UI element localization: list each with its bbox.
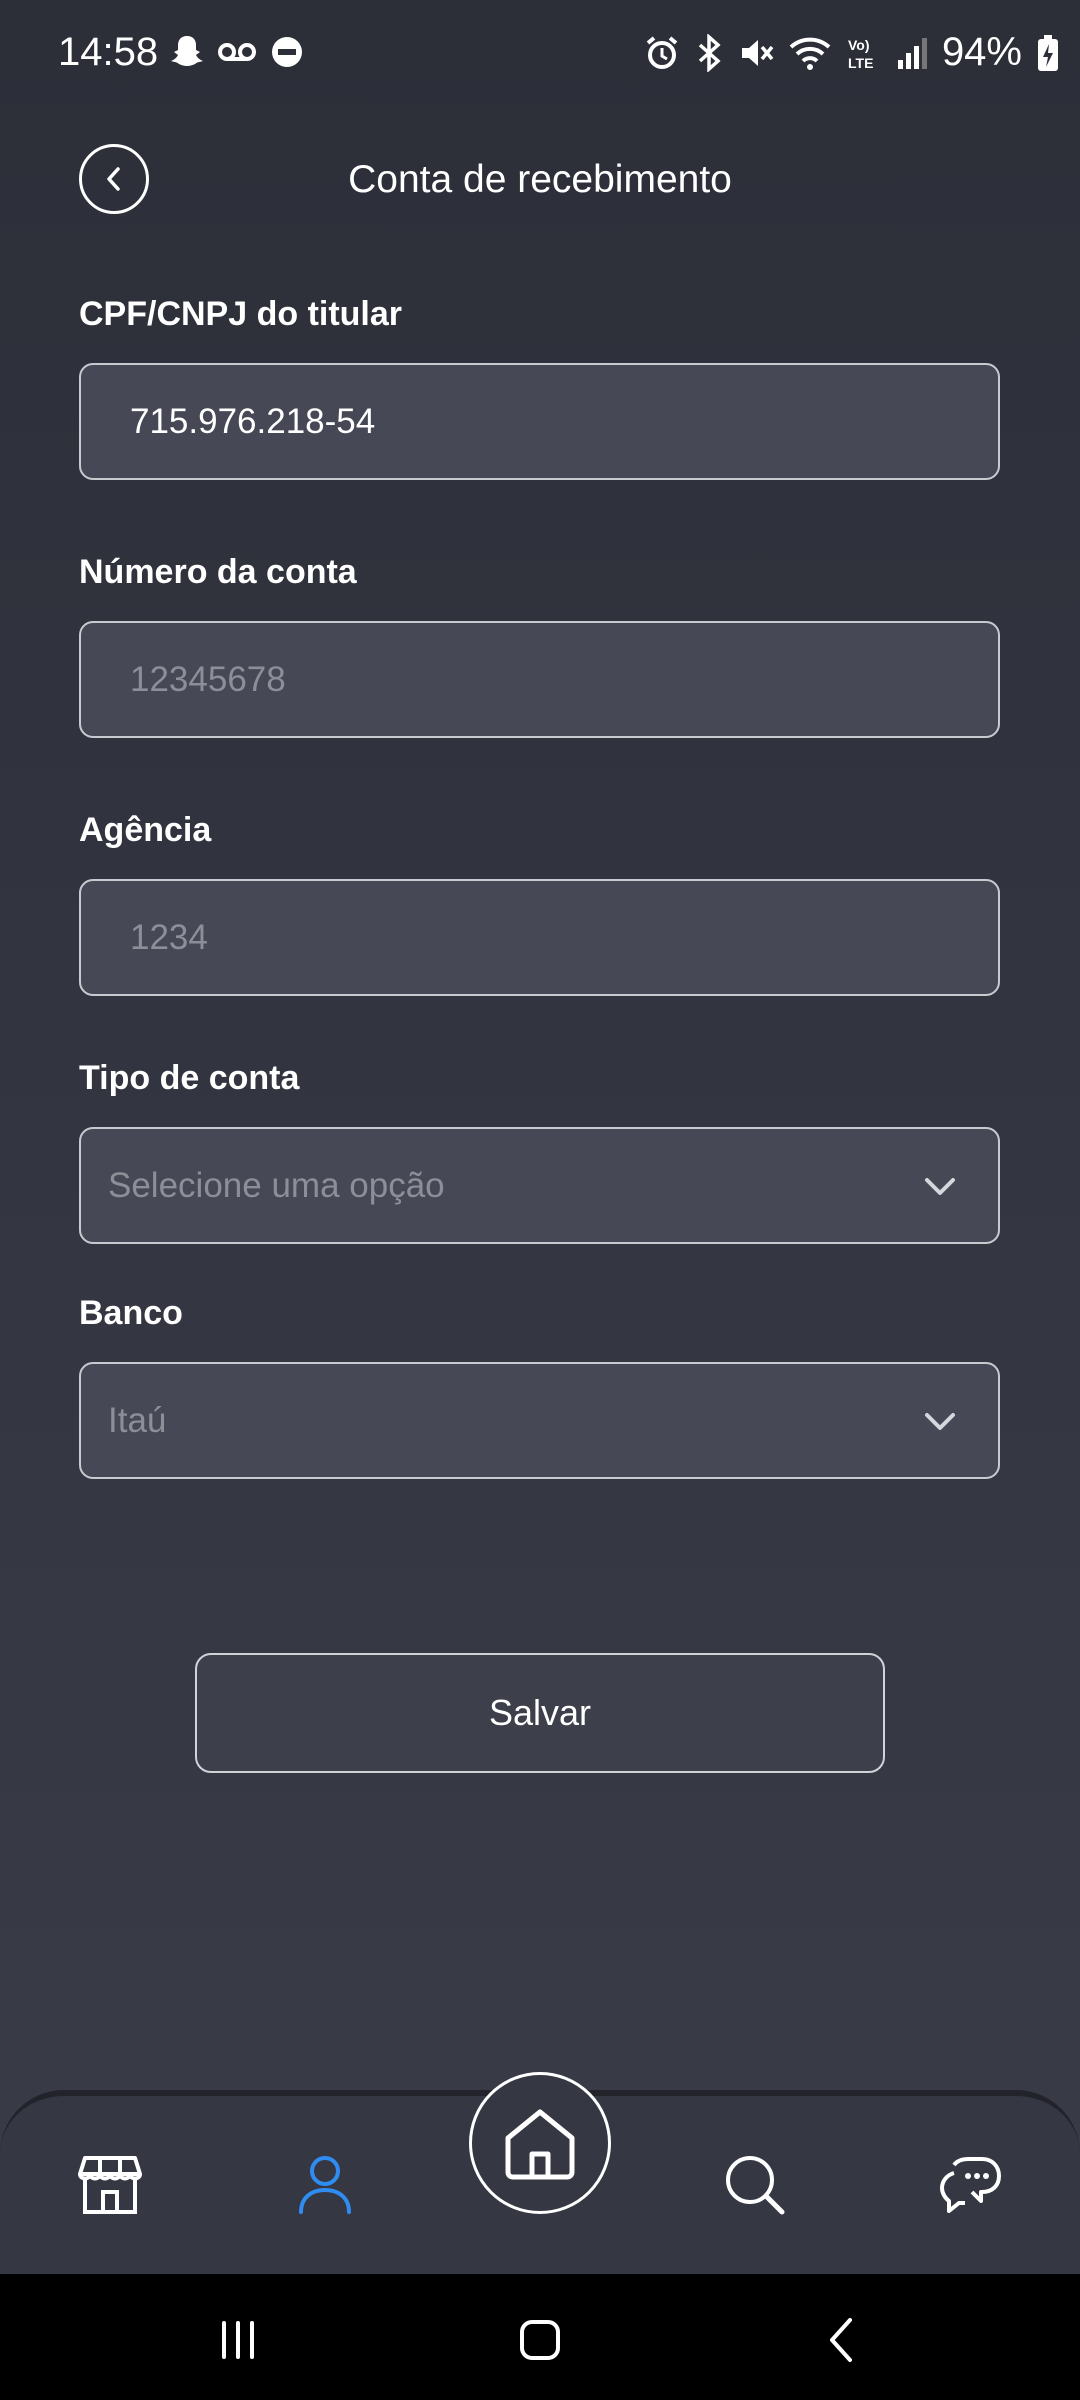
agency-label: Agência: [79, 811, 212, 849]
home-icon: [505, 2109, 575, 2180]
nav-profile[interactable]: [290, 2150, 360, 2220]
bank-label: Banco: [79, 1294, 183, 1332]
nav-chat[interactable]: [935, 2150, 1005, 2220]
status-left-icons: [170, 34, 304, 70]
snapchat-icon: [171, 36, 203, 66]
alarm-icon: [646, 35, 678, 69]
system-home-button[interactable]: [510, 2310, 570, 2370]
svg-text:Vo): Vo): [848, 37, 870, 53]
nav-home[interactable]: [469, 2072, 611, 2214]
battery-charging-icon: [1038, 34, 1058, 71]
account-number-input[interactable]: 12345678: [79, 621, 1000, 738]
document-input[interactable]: 715.976.218-54: [79, 363, 1000, 480]
recents-icon: [222, 2321, 254, 2359]
account-type-placeholder: Selecione uma opção: [108, 1165, 445, 1205]
account-number-placeholder: 12345678: [130, 659, 286, 699]
voicemail-icon: [218, 43, 256, 61]
store-icon: [78, 2156, 142, 2214]
chevron-down-icon: [925, 1413, 955, 1430]
agency-placeholder: 1234: [130, 917, 208, 957]
battery-percentage: 94%: [941, 30, 1022, 74]
status-time: 14:58: [58, 30, 159, 74]
agency-input[interactable]: 1234: [79, 879, 1000, 996]
system-recents-button[interactable]: [208, 2310, 268, 2370]
search-icon: [726, 2156, 785, 2215]
bluetooth-icon: [698, 33, 721, 72]
bank-select[interactable]: Itaú: [79, 1362, 1000, 1479]
document-label: CPF/CNPJ do titular: [79, 295, 403, 333]
account-type-label: Tipo de conta: [79, 1059, 300, 1097]
account-number-label: Número da conta: [79, 553, 357, 591]
nav-store[interactable]: [75, 2150, 145, 2220]
account-type-select[interactable]: Selecione uma opção: [79, 1127, 1000, 1244]
mute-icon: [741, 39, 774, 66]
signal-icon: [897, 37, 927, 69]
system-back-button[interactable]: [812, 2310, 872, 2370]
document-value: 715.976.218-54: [130, 401, 376, 441]
volte-icon: Vo) LTE: [848, 37, 873, 71]
chat-icon: [940, 2157, 1001, 2213]
back-icon: [830, 2318, 852, 2362]
do-not-disturb-icon: [272, 37, 302, 67]
bank-placeholder: Itaú: [108, 1400, 167, 1440]
save-button[interactable]: Salvar: [195, 1653, 885, 1773]
chevron-down-icon: [925, 1178, 955, 1195]
home-button-icon: [520, 2320, 560, 2360]
page-title: Conta de recebimento: [348, 158, 732, 201]
user-icon: [299, 2156, 351, 2214]
svg-text:LTE: LTE: [848, 55, 873, 71]
status-bar: 14:58 Vo) LTE 94%: [0, 0, 1080, 110]
status-right-icons: Vo) LTE 94%: [644, 30, 1060, 75]
nav-search[interactable]: [720, 2150, 790, 2220]
wifi-icon: [789, 37, 831, 70]
